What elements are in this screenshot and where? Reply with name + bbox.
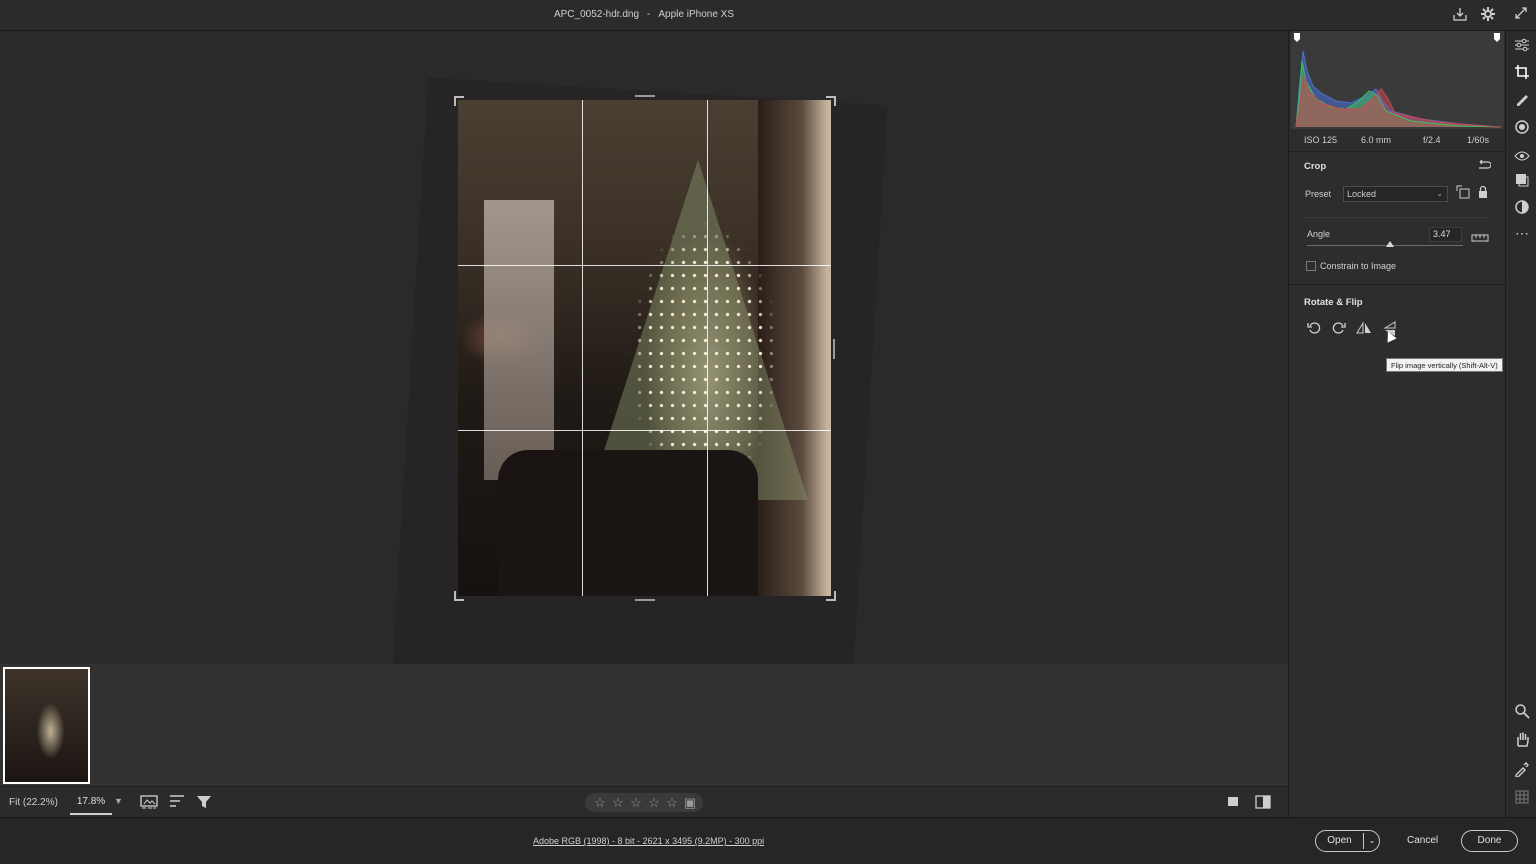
window-title: APC_0052-hdr.dng - Apple iPhone XS [0, 9, 1288, 20]
chevron-down-icon[interactable]: ⌄ [1366, 831, 1378, 851]
constrain-label: Constrain to Image [1320, 261, 1397, 271]
preset-label: Preset [1305, 189, 1332, 199]
exif-focal-length: 6.0 mm [1361, 135, 1392, 145]
zoom-value[interactable]: 17.8% [70, 791, 112, 815]
gear-icon[interactable] [1479, 6, 1497, 24]
zoom-fit-button[interactable]: Fit (22.2%) [9, 797, 58, 808]
before-after-icon[interactable] [1254, 794, 1272, 812]
constrain-checkbox[interactable] [1306, 261, 1316, 271]
aspect-rotate-icon[interactable] [1455, 185, 1471, 201]
title-bar: APC_0052-hdr.dng - Apple iPhone XS [0, 0, 1536, 31]
open-button[interactable]: Open [1316, 831, 1363, 851]
zoom-icon[interactable] [1512, 703, 1532, 723]
rotate-flip-title: Rotate & Flip [1304, 297, 1363, 308]
flip-vertical-tooltip: Flip image vertically (Shift-Alt-V) [1386, 358, 1503, 372]
single-view-icon[interactable] [1224, 794, 1242, 812]
star-icon[interactable]: ☆ [645, 793, 663, 812]
sort-icon[interactable] [168, 794, 186, 812]
crop-handle-bottom-left[interactable] [454, 591, 464, 601]
star-icon[interactable]: ☆ [609, 793, 627, 812]
masking-icon[interactable] [1512, 119, 1532, 139]
done-button[interactable]: Done [1461, 830, 1518, 852]
star-icon[interactable]: ☆ [663, 793, 681, 812]
rotate-left-icon[interactable] [1306, 321, 1322, 337]
footer-bar: Adobe RGB (1998) - 8 bit - 2621 x 3495 (… [0, 817, 1536, 864]
collapse-icon[interactable] [1512, 6, 1530, 24]
title-separator: - [647, 9, 651, 20]
photo-sofa [498, 450, 758, 596]
chevron-down-icon[interactable]: ▼ [114, 796, 123, 806]
crop-handle-top-left[interactable] [454, 96, 464, 106]
divider [1289, 151, 1506, 152]
hand-icon[interactable] [1512, 731, 1532, 751]
trash-icon[interactable]: ▣ [681, 793, 699, 812]
angle-label: Angle [1307, 229, 1331, 239]
reset-icon[interactable] [1475, 157, 1493, 175]
filmstrip [0, 664, 1288, 786]
more-icon[interactable]: ⋯ [1512, 223, 1532, 243]
exif-iso: ISO 125 [1304, 135, 1338, 145]
crop-handle-top-right[interactable] [826, 96, 836, 106]
crop-handle-right[interactable] [833, 339, 835, 359]
file-name: APC_0052-hdr.dng [553, 9, 640, 20]
save-icon[interactable] [1451, 6, 1469, 24]
camera-name: Apple iPhone XS [658, 9, 735, 20]
crop-handle-bottom[interactable] [635, 599, 655, 601]
filmstrip-thumbnail[interactable] [3, 667, 90, 784]
angle-slider-thumb[interactable] [1386, 241, 1394, 247]
crop-grid-line [458, 430, 831, 431]
rotate-right-icon[interactable] [1331, 321, 1347, 337]
healing-brush-icon[interactable] [1512, 91, 1532, 111]
bottom-toolbar: Fit (22.2%) 17.8% ▼ ☆ ☆ ☆ ☆ ☆ ▣ [0, 786, 1288, 817]
tool-strip: ⋯ [1505, 31, 1536, 817]
divider [1305, 217, 1490, 218]
crop-handle-top[interactable] [635, 95, 655, 97]
angle-input[interactable]: 3.47 [1429, 227, 1462, 242]
crop-grid-line [458, 265, 831, 266]
crop-grid-line [582, 100, 583, 596]
star-rating: ☆ ☆ ☆ ☆ ☆ ▣ [585, 793, 703, 812]
divider [1363, 833, 1364, 849]
eyedropper-icon[interactable] [1512, 761, 1532, 781]
crop-section-title: Crop [1304, 161, 1327, 172]
cancel-button[interactable]: Cancel [1407, 835, 1438, 846]
exif-info: ISO 125 6.0 mm f/2.4 1/60s [1289, 131, 1506, 149]
star-icon[interactable]: ☆ [591, 793, 609, 812]
filter-icon[interactable] [195, 794, 213, 812]
flip-horizontal-icon[interactable] [1356, 321, 1372, 337]
crop-panel: ISO 125 6.0 mm f/2.4 1/60s Crop Preset L… [1288, 31, 1506, 817]
crop-handle-bottom-right[interactable] [826, 591, 836, 601]
red-eye-icon[interactable] [1512, 147, 1532, 167]
edit-sliders-icon[interactable] [1512, 37, 1532, 57]
histogram [1291, 31, 1504, 129]
angle-slider-track[interactable] [1307, 245, 1463, 246]
image-canvas[interactable] [0, 31, 1288, 664]
snapshots-icon[interactable] [1512, 172, 1532, 192]
open-button-group: Open ⌄ [1315, 830, 1380, 852]
preset-value: Locked [1347, 189, 1377, 199]
preset-select[interactable]: Locked ⌄ [1343, 186, 1448, 202]
chevron-down-icon: ⌄ [1436, 189, 1443, 198]
divider [1289, 284, 1506, 285]
crop-grid-line [707, 100, 708, 596]
presets-icon[interactable] [1512, 199, 1532, 219]
exif-aperture: f/2.4 [1423, 135, 1441, 145]
lock-icon[interactable] [1476, 185, 1490, 201]
crop-tool-icon[interactable] [1512, 64, 1532, 84]
exif-shutter: 1/60s [1467, 135, 1490, 145]
filmstrip-toggle-icon[interactable] [140, 794, 158, 812]
straighten-tool-icon[interactable] [1471, 229, 1489, 245]
workflow-options-link[interactable]: Adobe RGB (1998) - 8 bit - 2621 x 3495 (… [533, 836, 764, 846]
photo-preview[interactable] [458, 100, 831, 596]
grid-icon[interactable] [1512, 789, 1532, 809]
star-icon[interactable]: ☆ [627, 793, 645, 812]
